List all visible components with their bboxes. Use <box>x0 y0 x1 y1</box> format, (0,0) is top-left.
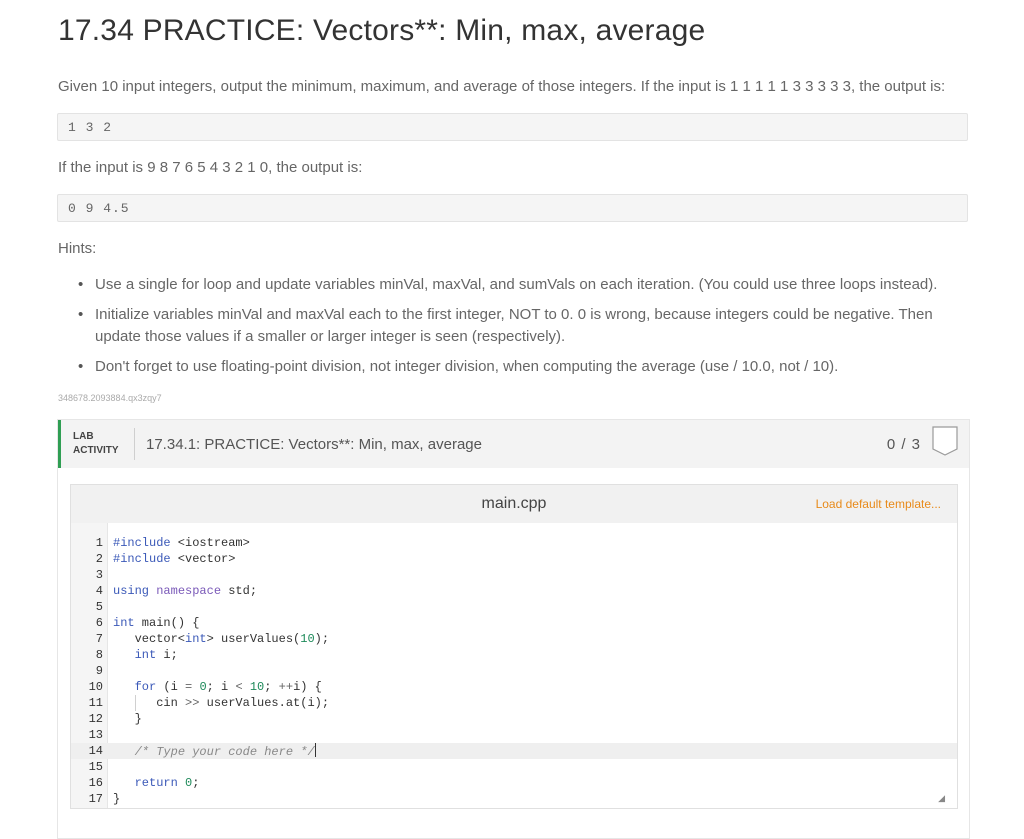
bullet-icon: • <box>78 358 84 375</box>
code-line[interactable]: 3 <box>71 567 957 583</box>
code-line[interactable]: 4 using namespace std; <box>71 583 957 599</box>
hints-label: Hints: <box>58 240 97 257</box>
bullet-icon: • <box>78 306 84 323</box>
code-line[interactable]: 8 int i; <box>71 647 957 663</box>
code-line[interactable]: 16 return 0; <box>71 775 957 791</box>
code-line[interactable]: 6 int main() { <box>71 615 957 631</box>
code-line[interactable]: 15 <box>71 759 957 775</box>
resize-grip-icon[interactable]: ◢ <box>938 793 945 804</box>
example-output-1: 1 3 2 <box>57 113 968 141</box>
problem-description: Given 10 input integers, output the mini… <box>58 78 946 95</box>
code-line[interactable]: 9 <box>71 663 957 679</box>
code-line[interactable]: 17} <box>71 791 957 807</box>
hint-item: • Don't forget to use floating-point divi… <box>78 356 968 378</box>
lab-activity-badge: LAB ACTIVITY <box>73 431 119 456</box>
hints-list: • Use a single for loop and update variab… <box>78 274 968 386</box>
example-output-2: 0 9 4.5 <box>57 194 968 222</box>
lab-title: 17.34.1: PRACTICE: Vectors**: Min, max, … <box>146 436 482 453</box>
code-line[interactable]: 13 <box>71 727 957 743</box>
text-cursor <box>314 743 316 757</box>
lab-header: LAB ACTIVITY 17.34.1: PRACTICE: Vectors*… <box>58 420 969 468</box>
header-divider <box>134 428 135 460</box>
code-line[interactable]: 12 } <box>71 711 957 727</box>
second-example-text: If the input is 9 8 7 6 5 4 3 2 1 0, the… <box>58 159 363 176</box>
code-line[interactable]: 1 #include <iostream> <box>71 535 957 551</box>
code-line[interactable]: 2 #include <vector> <box>71 551 957 567</box>
code-line[interactable]: 10 for (i = 0; i < 10; ++i) { <box>71 679 957 695</box>
code-line[interactable]: 5 <box>71 599 957 615</box>
hint-item: • Initialize variables minVal and maxVal … <box>78 306 933 345</box>
editor-header: main.cpp Load default template... <box>71 485 957 523</box>
bullet-icon: • <box>78 276 84 293</box>
code-line[interactable]: 11 cin >> userValues.at(i); <box>71 695 957 711</box>
hint-item: • Use a single for loop and update variab… <box>78 274 968 296</box>
tracking-id: 348678.2093884.qx3zqy7 <box>58 393 162 403</box>
completion-flag-icon <box>932 426 958 456</box>
code-line[interactable]: 7 vector<int> userValues(10); <box>71 631 957 647</box>
lab-activity-panel: LAB ACTIVITY 17.34.1: PRACTICE: Vectors*… <box>57 419 970 839</box>
page-title: 17.34 PRACTICE: Vectors**: Min, max, ave… <box>58 14 706 47</box>
lab-score: 0 / 3 <box>886 436 921 453</box>
code-editor[interactable]: main.cpp Load default template... 1 #incl… <box>70 484 958 809</box>
load-default-template-link[interactable]: Load default template... <box>816 497 941 511</box>
active-code-line[interactable]: 14 /* Type your code here */ <box>71 743 957 759</box>
indent-guide <box>135 695 136 711</box>
